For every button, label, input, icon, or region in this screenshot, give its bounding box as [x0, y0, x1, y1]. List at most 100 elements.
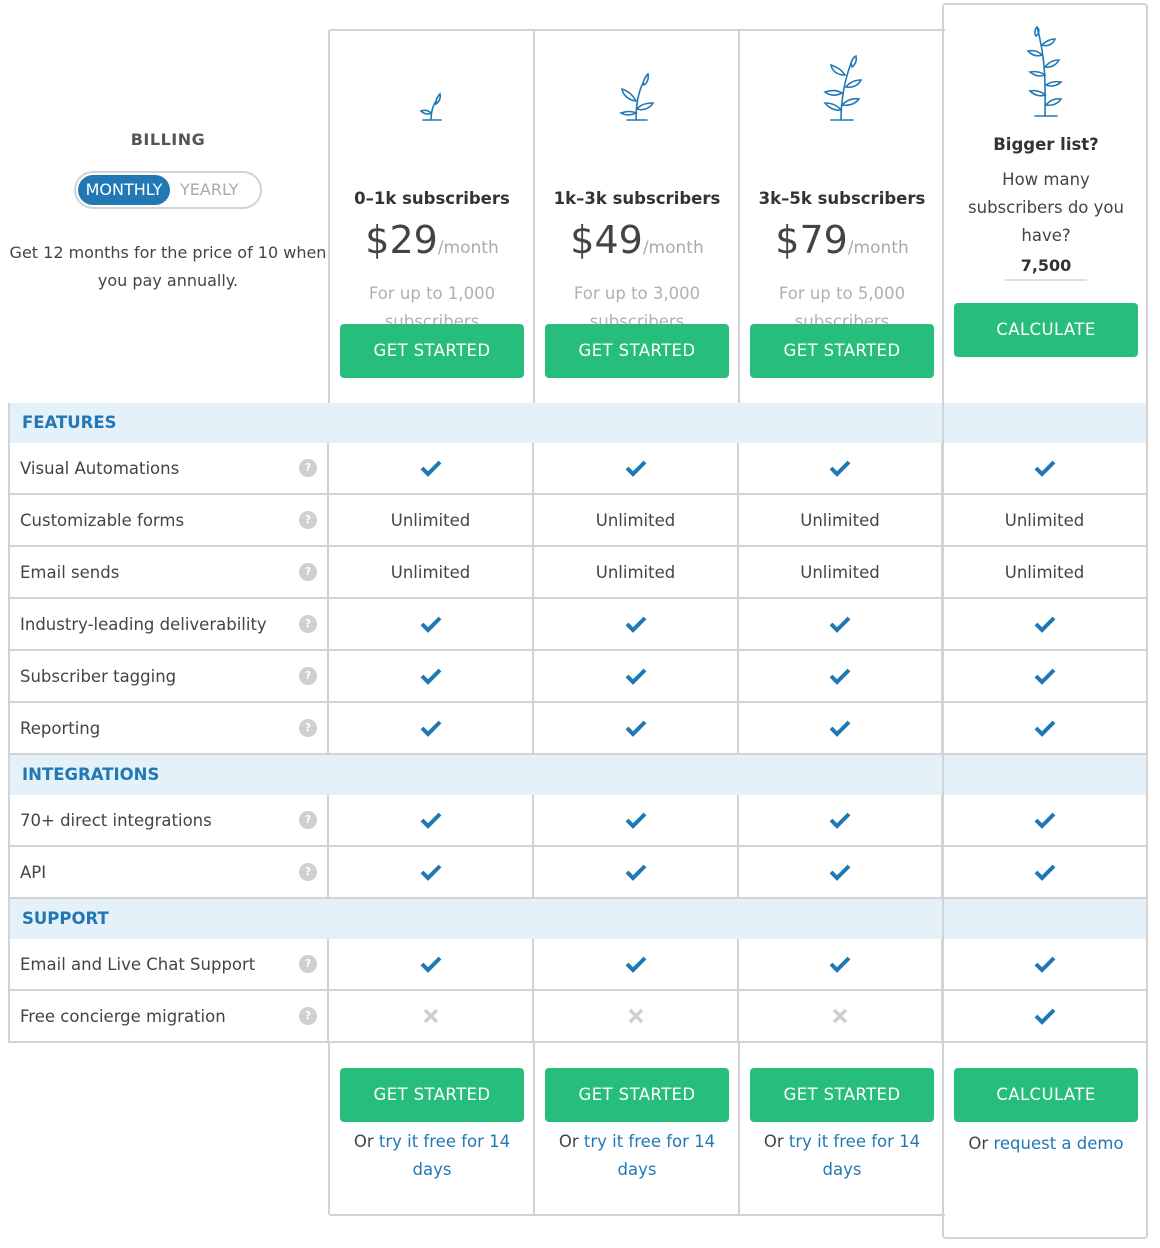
get-started-button[interactable]: GET STARTED	[340, 324, 524, 378]
cross-icon	[627, 1007, 645, 1025]
feature-cell	[739, 599, 943, 649]
get-started-button[interactable]: GET STARTED	[750, 324, 934, 378]
feature-cell	[329, 599, 534, 649]
feature-label: Email sends	[20, 562, 120, 582]
plan-name: 0–1k subscribers	[354, 189, 510, 208]
check-icon	[829, 667, 851, 685]
help-icon[interactable]: ?	[299, 615, 317, 633]
get-started-button[interactable]: GET STARTED	[750, 1068, 934, 1122]
help-icon[interactable]: ?	[299, 1007, 317, 1025]
toggle-monthly[interactable]: MONTHLY	[78, 175, 170, 205]
check-icon	[625, 615, 647, 633]
feature-cell	[329, 651, 534, 701]
plan-price: $49/month	[570, 218, 704, 262]
plan-header: 3k–5k subscribers $79/month For up to 5,…	[740, 31, 944, 378]
feature-label: Industry-leading deliverability	[20, 614, 267, 634]
footer-prefix: Or	[763, 1132, 789, 1151]
feature-label: Reporting	[20, 718, 101, 738]
check-icon	[420, 459, 442, 477]
feature-cell	[329, 847, 534, 897]
feature-cell	[534, 703, 739, 753]
feature-cell	[329, 795, 534, 845]
feature-cell	[739, 795, 943, 845]
feature-label-cell: 70+ direct integrations?	[10, 795, 329, 845]
feature-label: Email and Live Chat Support	[20, 954, 256, 974]
billing-panel: BILLING MONTHLY YEARLY Get 12 months for…	[8, 130, 328, 295]
feature-label: Visual Automations	[20, 458, 180, 478]
feature-cell: Unlimited	[534, 495, 739, 545]
feature-value: Unlimited	[595, 562, 676, 582]
check-icon	[625, 863, 647, 881]
check-icon	[625, 811, 647, 829]
feature-value: Unlimited	[800, 510, 880, 530]
help-icon[interactable]: ?	[299, 511, 317, 529]
seedling-small-icon	[419, 92, 442, 121]
get-started-button[interactable]: GET STARTED	[545, 324, 729, 378]
feature-value: Unlimited	[390, 562, 471, 582]
check-icon	[420, 667, 442, 685]
footer-prefix: Or	[558, 1132, 584, 1151]
feature-label-cell: Free concierge migration?	[10, 991, 329, 1041]
plan-name: 1k–3k subscribers	[553, 189, 721, 208]
help-icon[interactable]: ?	[299, 719, 317, 737]
feature-label-cell: Industry-leading deliverability?	[10, 599, 329, 649]
free-trial-link[interactable]: try it free for 14 days	[789, 1132, 920, 1179]
check-icon	[829, 615, 851, 633]
feature-label-cell: Reporting?	[10, 703, 329, 753]
plan-price: $79/month	[775, 218, 909, 262]
plan-header: 1k–3k subscribers $49/month For up to 3,…	[535, 31, 739, 378]
custom-plan-column-frame	[942, 3, 1148, 1239]
get-started-button[interactable]: GET STARTED	[545, 1068, 729, 1122]
check-icon	[420, 811, 442, 829]
feature-label-cell: Subscriber tagging?	[10, 651, 329, 701]
plant-icon	[823, 55, 863, 121]
free-trial-link[interactable]: try it free for 14 days	[584, 1132, 715, 1179]
help-icon[interactable]: ?	[299, 459, 317, 477]
feature-value: Unlimited	[390, 510, 471, 530]
feature-cell: Unlimited	[329, 547, 534, 597]
feature-cell	[739, 651, 943, 701]
check-icon	[829, 863, 851, 881]
plan-description: For up to 3,000 subscribers	[573, 284, 701, 324]
feature-label-cell: Email sends?	[10, 547, 329, 597]
feature-cell	[739, 991, 943, 1041]
help-icon[interactable]: ?	[299, 811, 317, 829]
feature-cell	[739, 847, 943, 897]
sprout-icon	[619, 73, 655, 121]
help-icon[interactable]: ?	[299, 955, 317, 973]
billing-note: Get 12 months for the price of 10 when y…	[9, 243, 327, 290]
feature-cell	[534, 651, 739, 701]
feature-cell: Unlimited	[739, 495, 943, 545]
toggle-yearly[interactable]: YEARLY	[170, 175, 242, 205]
check-icon	[829, 955, 851, 973]
feature-cell	[534, 443, 739, 493]
cross-icon	[422, 1007, 440, 1025]
feature-label: Customizable forms	[20, 510, 185, 530]
feature-cell	[739, 939, 943, 989]
help-icon[interactable]: ?	[299, 563, 317, 581]
check-icon	[420, 719, 442, 737]
plan-price: $29/month	[365, 218, 499, 262]
plan-name: 3k–5k subscribers	[758, 189, 926, 208]
feature-cell	[739, 703, 943, 753]
feature-cell	[534, 991, 739, 1041]
free-trial-link[interactable]: try it free for 14 days	[379, 1132, 510, 1179]
feature-cell: Unlimited	[329, 495, 534, 545]
get-started-button[interactable]: GET STARTED	[340, 1068, 524, 1122]
feature-cell: Unlimited	[739, 547, 943, 597]
feature-cell	[329, 703, 534, 753]
help-icon[interactable]: ?	[299, 863, 317, 881]
plan-footer: GET STARTED Or try it free for 14 days	[330, 1068, 534, 1184]
check-icon	[625, 719, 647, 737]
plan-footer: GET STARTED Or try it free for 14 days	[740, 1068, 944, 1184]
feature-label: API	[20, 862, 47, 882]
check-icon	[420, 955, 442, 973]
plan-description: For up to 5,000 subscribers	[778, 284, 906, 324]
feature-label-cell: Visual Automations?	[10, 443, 329, 493]
help-icon[interactable]: ?	[299, 667, 317, 685]
feature-value: Unlimited	[595, 510, 676, 530]
feature-cell	[329, 443, 534, 493]
billing-toggle[interactable]: MONTHLY YEARLY	[74, 171, 262, 209]
check-icon	[420, 615, 442, 633]
check-icon	[829, 811, 851, 829]
